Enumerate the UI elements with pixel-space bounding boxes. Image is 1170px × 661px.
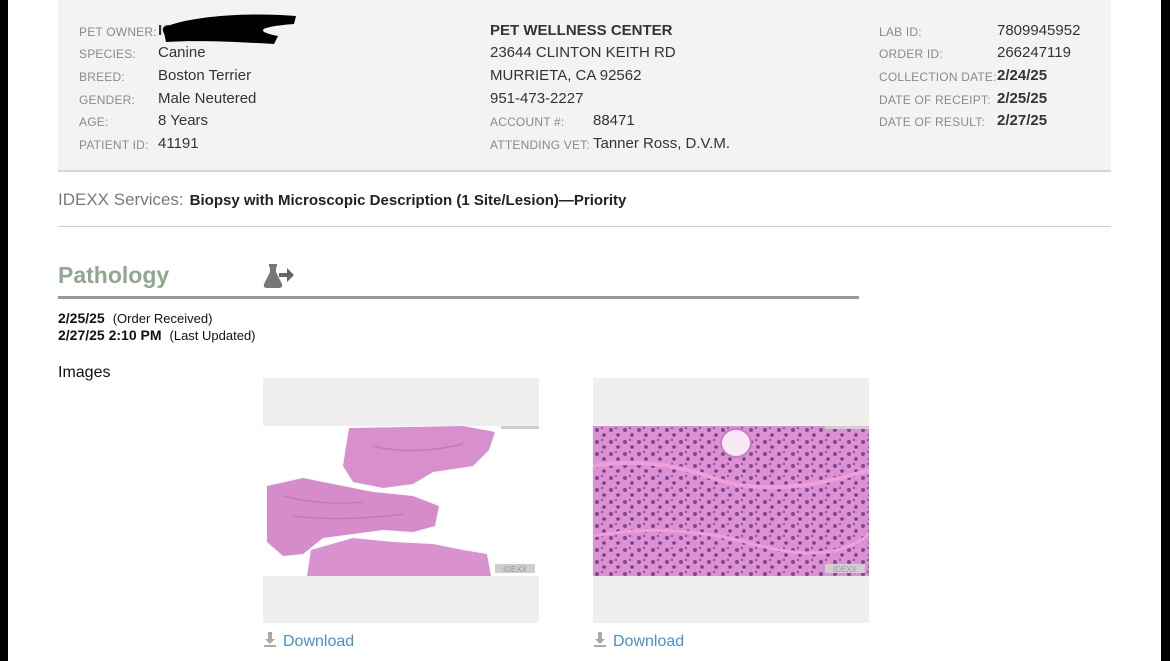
images-label: Images <box>58 364 111 381</box>
clinic-address-line1: 23644 CLINTON KEITH RD <box>490 44 676 61</box>
last-updated-line: 2/27/25 2:10 PM (Last Updated) <box>58 327 256 343</box>
species-value: Canine <box>158 44 206 61</box>
order-received-note: (Order Received) <box>112 311 213 326</box>
download-link-2[interactable]: Download <box>593 632 684 651</box>
lab-id-value: 7809945952 <box>997 22 1081 39</box>
species-label: SPECIES: <box>79 47 136 61</box>
attending-vet-value: Tanner Ross, D.V.M. <box>593 135 730 152</box>
breed-label: BREED: <box>79 70 125 84</box>
download-icon <box>594 632 606 647</box>
image-watermark: IDEXX <box>503 565 528 574</box>
date-of-receipt-label: DATE OF RECEIPT: <box>879 93 991 107</box>
last-updated-note: (Last Updated) <box>169 328 256 343</box>
divider <box>58 226 1111 227</box>
account-label: ACCOUNT #: <box>490 115 565 129</box>
pathology-rule <box>58 296 859 299</box>
download-label[interactable]: Download <box>283 633 354 650</box>
services-description: Biopsy with Microscopic Description (1 S… <box>189 192 627 209</box>
lab-id-label: LAB ID: <box>879 25 922 39</box>
image-watermark: IDEXX <box>833 565 858 574</box>
breed-value: Boston Terrier <box>158 67 252 84</box>
download-icon <box>264 632 276 647</box>
last-updated-date: 2/27/25 2:10 PM <box>58 327 162 343</box>
date-of-result-value: 2/27/25 <box>997 112 1048 129</box>
redaction-mark <box>163 14 296 44</box>
services-label: IDEXX Services: <box>58 190 184 209</box>
age-label: AGE: <box>79 115 109 129</box>
histology-thumbnail-lowpower: IDEXX <box>263 426 539 576</box>
services-line: IDEXX Services: Biopsy with Microscopic D… <box>58 190 626 210</box>
order-received-date: 2/25/25 <box>58 310 105 326</box>
age-value: 8 Years <box>158 112 209 129</box>
biopsy-image-1[interactable]: IDEXX <box>263 378 539 623</box>
biopsy-image-2[interactable]: IDEXX <box>593 378 869 623</box>
gender-label: GENDER: <box>79 93 136 107</box>
histology-thumbnail-highpower: IDEXX <box>593 426 869 576</box>
collection-date-value: 2/24/25 <box>997 67 1048 84</box>
date-of-receipt-value: 2/25/25 <box>997 90 1048 107</box>
date-of-result-label: DATE OF RESULT: <box>879 115 985 129</box>
pet-owner-label: PET OWNER: <box>79 25 157 39</box>
clinic-address-line2: MURRIETA, CA 92562 <box>490 67 642 84</box>
order-received-line: 2/25/25 (Order Received) <box>58 310 212 326</box>
pathology-title: Pathology <box>58 262 170 288</box>
collection-date-label: COLLECTION DATE: <box>879 70 997 84</box>
download-label[interactable]: Download <box>613 633 684 650</box>
patient-header: PET OWNER: IO SPECIES: Canine BREED: Bos… <box>58 0 1111 172</box>
flask-export-icon[interactable] <box>263 262 295 290</box>
download-link-1[interactable]: Download <box>263 632 354 651</box>
report-page: PET OWNER: IO SPECIES: Canine BREED: Bos… <box>8 0 1161 661</box>
gender-value: Male Neutered <box>158 90 257 107</box>
attending-vet-label: ATTENDING VET: <box>490 138 590 152</box>
order-id-label: ORDER ID: <box>879 47 943 61</box>
clinic-phone: 951-473-2227 <box>490 90 584 107</box>
account-value: 88471 <box>593 112 635 129</box>
patient-id-value: 41191 <box>158 135 199 152</box>
clinic-name: PET WELLNESS CENTER <box>490 22 673 39</box>
patient-id-label: PATIENT ID: <box>79 138 149 152</box>
order-id-value: 266247119 <box>997 44 1071 61</box>
